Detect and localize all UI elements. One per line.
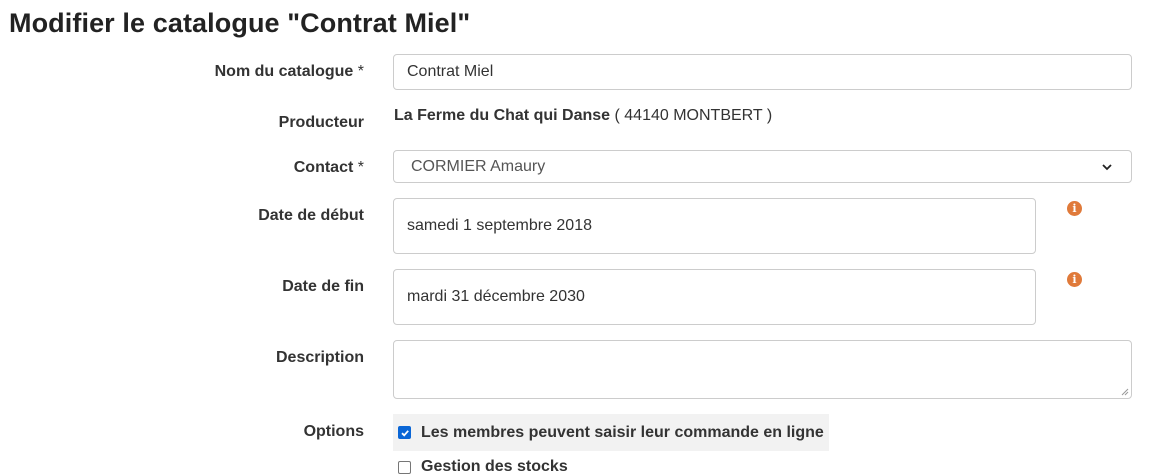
catalog-name-input[interactable]: Contrat Miel [393,54,1132,90]
catalog-name-label: Nom du catalogue * [214,63,364,80]
producer-location: ( 44140 MONTBERT ) [614,107,773,124]
checkbox-stock-management[interactable] [398,460,411,474]
description-textarea[interactable] [393,340,1132,399]
producer-name: La Ferme du Chat qui Danse [394,107,611,124]
option-online-orders[interactable]: Les membres peuvent saisir leur commande… [393,414,829,451]
options-label: Options [303,423,364,440]
page-title: Modifier le catalogue "Contrat Miel" [9,8,471,38]
start-date-label: Date de début [258,207,364,224]
contact-select[interactable]: CORMIER Amaury [393,150,1132,183]
info-icon[interactable]: i [1067,201,1082,216]
producer-label: Producteur [278,114,364,131]
check-icon [400,429,409,437]
resize-handle-icon[interactable] [1121,388,1129,396]
description-label: Description [275,349,364,366]
option-stock-management-label: Gestion des stocks [421,458,568,475]
option-online-orders-label: Les membres peuvent saisir leur commande… [421,423,824,441]
end-date-label: Date de fin [282,278,364,295]
option-stock-management[interactable]: Gestion des stocks [398,458,568,476]
checkbox-online-orders[interactable] [398,426,411,439]
end-date-input[interactable]: mardi 31 décembre 2030 [393,269,1036,325]
start-date-input[interactable]: samedi 1 septembre 2018 [393,198,1036,254]
contact-label: Contact * [293,159,364,176]
chevron-down-icon [1102,163,1112,170]
contact-selected-value: CORMIER Amaury [411,157,546,175]
producer-value: La Ferme du Chat qui Danse ( 44140 MONTB… [394,107,772,125]
info-icon[interactable]: i [1067,272,1082,287]
